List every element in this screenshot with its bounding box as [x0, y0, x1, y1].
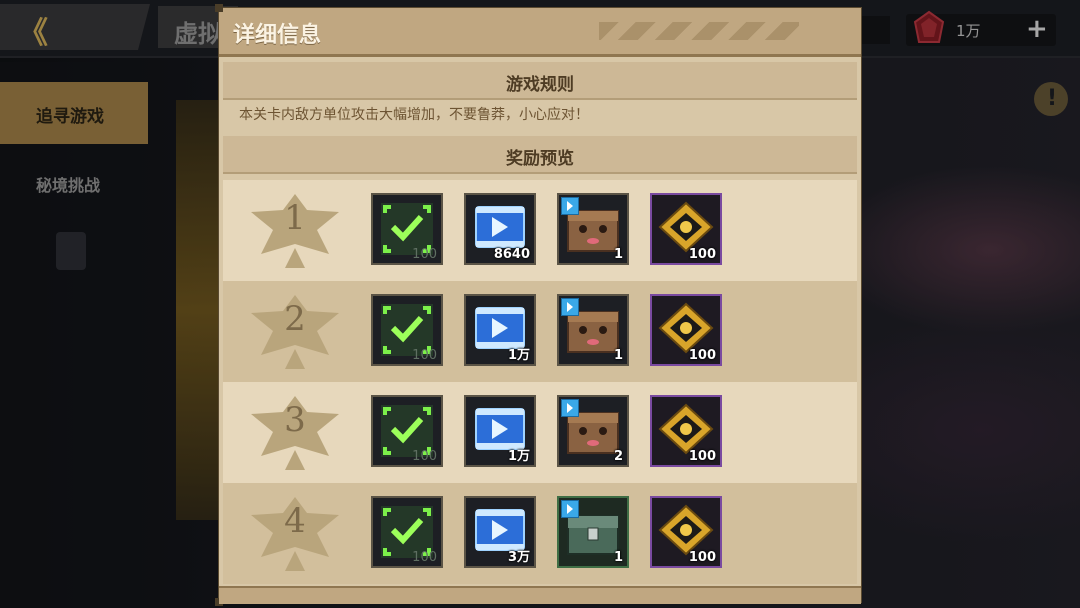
- reward-quantity: 2: [613, 449, 623, 464]
- reward-quantity: 1万: [507, 449, 530, 464]
- dialog-footer: [219, 586, 861, 604]
- dialog-header: 详细信息: [219, 8, 861, 57]
- reward-quantity: 100: [412, 348, 437, 363]
- play-tag-icon: [561, 298, 579, 316]
- reward-item[interactable]: 3万: [464, 496, 536, 568]
- rewards-section-header: 奖励预览: [223, 136, 857, 174]
- reward-item[interactable]: 100: [371, 193, 443, 265]
- reward-quantity: 3万: [507, 550, 530, 565]
- reward-item[interactable]: 8640: [464, 193, 536, 265]
- reward-item[interactable]: 100: [650, 496, 722, 568]
- reward-quantity: 1: [613, 348, 623, 363]
- reward-quantity: 100: [412, 550, 437, 565]
- reward-item[interactable]: 100: [371, 294, 443, 366]
- reward-quantity: 100: [688, 348, 716, 363]
- reward-item[interactable]: 100: [371, 395, 443, 467]
- reward-quantity: 1: [613, 550, 623, 565]
- reward-quantity: 8640: [493, 247, 530, 262]
- reward-quantity: 100: [688, 247, 716, 262]
- reward-item[interactable]: 100: [650, 193, 722, 265]
- rank-number: 3: [284, 400, 306, 440]
- reward-item[interactable]: 1: [557, 496, 629, 568]
- reward-quantity: 100: [688, 449, 716, 464]
- rewards-heading: 奖励预览: [506, 149, 574, 169]
- reward-quantity: 1万: [507, 348, 530, 363]
- corner-ornament: [215, 4, 223, 12]
- reward-item[interactable]: 1万: [464, 294, 536, 366]
- play-tag-icon: [561, 197, 579, 215]
- play-tag-icon: [561, 500, 579, 518]
- reward-item[interactable]: 1: [557, 294, 629, 366]
- rank-number: 2: [284, 299, 306, 339]
- reward-quantity: 100: [688, 550, 716, 565]
- reward-row: 4 100 3万 1 100: [223, 483, 857, 584]
- play-tag-icon: [561, 399, 579, 417]
- rank-number: 4: [284, 501, 306, 541]
- reward-quantity: 100: [412, 449, 437, 464]
- reward-item[interactable]: 100: [650, 395, 722, 467]
- reward-quantity: 1: [613, 247, 623, 262]
- reward-item[interactable]: 100: [650, 294, 722, 366]
- reward-item[interactable]: 2: [557, 395, 629, 467]
- reward-item[interactable]: 1万: [464, 395, 536, 467]
- details-dialog: 详细信息 游戏规则 本关卡内敌方单位攻击大幅增加，不要鲁莽，小心应对！ 奖励预览…: [215, 4, 861, 606]
- reward-row: 2 100 1万 1 100: [223, 281, 857, 382]
- dialog-title: 详细信息: [233, 23, 322, 48]
- reward-quantity: 100: [412, 247, 437, 262]
- reward-row: 1 100 8640 1 100: [223, 180, 857, 281]
- rules-section-header: 游戏规则: [223, 62, 857, 100]
- reward-row: 3 100 1万 2 100: [223, 382, 857, 483]
- rules-text: 本关卡内敌方单位攻击大幅增加，不要鲁莽，小心应对！: [239, 107, 589, 123]
- rank-number: 1: [284, 198, 306, 238]
- header-decoration: [599, 22, 799, 40]
- rules-heading: 游戏规则: [506, 75, 574, 95]
- reward-item[interactable]: 100: [371, 496, 443, 568]
- reward-list: 1 100 8640 1 100 2 100 1万 1 100 3 100 1万 2 100 4 100 3万 1 1…: [223, 180, 857, 584]
- reward-item[interactable]: 1: [557, 193, 629, 265]
